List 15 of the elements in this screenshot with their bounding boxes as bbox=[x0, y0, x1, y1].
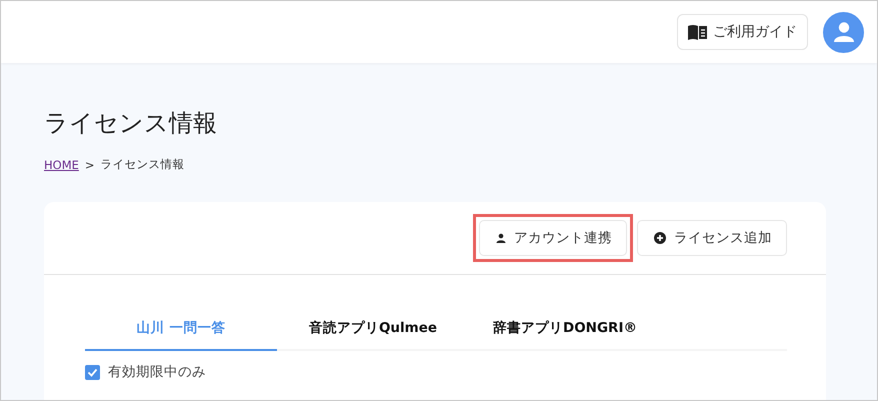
app-tab[interactable]: 音読アプリQulmee bbox=[277, 307, 469, 351]
user-avatar[interactable] bbox=[823, 12, 864, 52]
breadcrumb-separator: > bbox=[84, 158, 95, 172]
guide-button[interactable]: ご利用ガイド bbox=[677, 14, 808, 50]
filter-checkbox[interactable] bbox=[85, 364, 100, 380]
app-tab[interactable]: 辞書アプリDONGRI® bbox=[469, 307, 661, 351]
breadcrumb-link[interactable]: HOME bbox=[44, 158, 79, 172]
account-link-button[interactable]: アカウント連携 bbox=[479, 220, 627, 256]
page-title: ライセンス情報 bbox=[44, 108, 218, 139]
add-license-button[interactable]: ライセンス追加 bbox=[637, 220, 787, 256]
book-icon bbox=[688, 24, 708, 40]
breadcrumb-current: ライセンス情報 bbox=[100, 157, 185, 172]
plus-circle-icon bbox=[654, 232, 666, 244]
filter-label: 有効期限中のみ bbox=[108, 363, 206, 381]
person-icon bbox=[496, 233, 506, 243]
